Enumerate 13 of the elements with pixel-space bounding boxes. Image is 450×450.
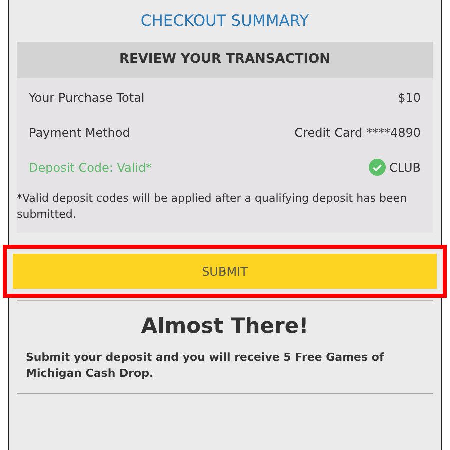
row-value: $10 <box>398 90 421 104</box>
row-label: Payment Method <box>29 126 130 140</box>
checkout-title: CHECKOUT SUMMARY <box>140 11 310 32</box>
row-label: Your Purchase Total <box>29 90 145 104</box>
row-label: Deposit Code: Valid* <box>29 160 152 174</box>
submit-button[interactable]: SUBMIT <box>13 254 437 289</box>
row-value: CLUB <box>390 160 421 174</box>
check-icon <box>368 159 386 176</box>
deposit-note: *Valid deposit codes will be applied after a qualifying deposit has been submitted. <box>17 191 408 223</box>
row-value: Credit Card ****4890 <box>294 126 421 140</box>
promo-heading: Almost There! <box>140 314 310 338</box>
review-heading: REVIEW YOUR TRANSACTION <box>17 42 433 78</box>
promo-text: Submit your deposit and you will receive 5 Free Games of Michigan Cash Drop. <box>26 350 386 382</box>
